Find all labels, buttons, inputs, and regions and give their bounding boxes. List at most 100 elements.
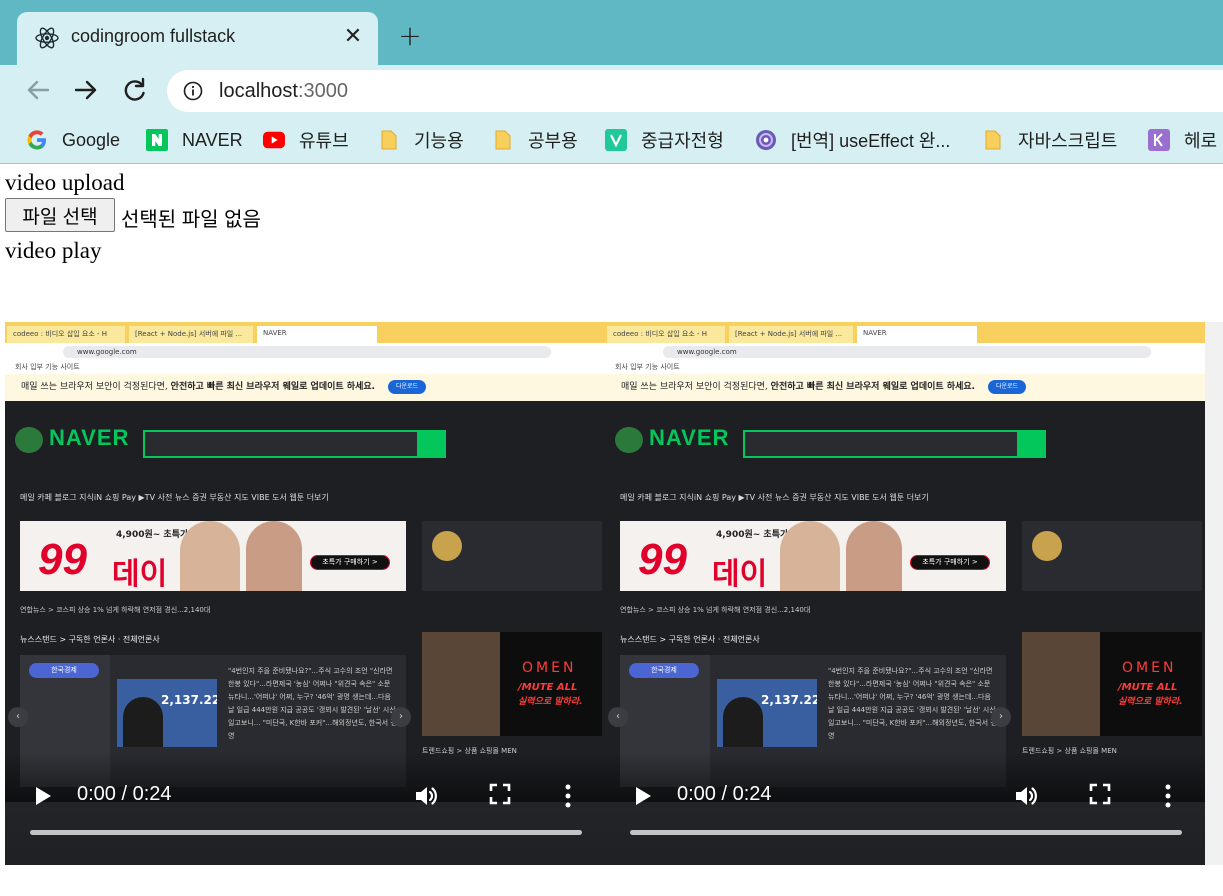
login-panel — [1022, 521, 1202, 591]
game-ad-brand: OMEN — [522, 660, 577, 676]
bookmark-label: 자바스크립트 — [1018, 131, 1118, 151]
frame-tabstrip: codeeo : 비디오 삽입 요소 - H [React + Node.js]… — [605, 322, 1205, 343]
bookmark-folder[interactable]: 자바스크립트 — [982, 125, 1117, 155]
ad-day: 데이 — [712, 558, 768, 591]
forward-arrow-icon[interactable] — [70, 74, 102, 106]
bookmark-folder[interactable]: 공부용 — [492, 125, 578, 155]
banner-text: 매일 쓰는 브라우저 보안이 걱정된다면, — [21, 382, 168, 392]
folder-icon — [492, 129, 514, 151]
ad-model-image — [246, 521, 302, 591]
banner-button: 다운로드 — [987, 379, 1027, 394]
bookmark-folder[interactable]: 기능용 — [378, 125, 464, 155]
ad-99: 99 — [638, 535, 687, 584]
video-time: 0:00 / 0:24 — [77, 783, 172, 805]
back-arrow-icon[interactable] — [22, 74, 54, 106]
frame-bookmarks: 회사 입부 기능 사이트 — [5, 360, 605, 374]
ad-banner: 99 데이 4,900원~ 초특가 쇼핑 찬스! 초특가 구매하기 > — [20, 521, 406, 591]
naver-logo: NAVER — [49, 425, 130, 450]
play-icon[interactable] — [633, 785, 653, 807]
new-tab-button[interactable]: + — [397, 22, 423, 50]
bookmark-google[interactable]: Google — [26, 125, 120, 155]
news-image: 2,137.22 — [117, 679, 217, 747]
address-bar[interactable]: localhost:3000 — [167, 70, 1223, 112]
bookmark-site[interactable]: 중급자전형 — [605, 125, 724, 155]
frame-banner: 매일 쓰는 브라우저 보안이 걱정된다면, 안전하고 빠른 최신 브라우저 웨일… — [605, 374, 1205, 401]
newsstand-header: 뉴스스탠드 > 구독한 언론사 · 전체언론사 — [620, 635, 760, 644]
volume-icon[interactable] — [1013, 783, 1039, 809]
url-host: localhost — [219, 80, 298, 102]
newsstand-header: 뉴스스탠드 > 구독한 언론사 · 전체언론사 — [20, 635, 160, 644]
page-scrollbar[interactable] — [1205, 322, 1223, 865]
browser-tab[interactable]: codingroom fullstack ✕ — [17, 12, 378, 66]
game-ad-sub: 실력으로 말하라. — [1118, 697, 1183, 707]
more-options-icon[interactable] — [1163, 783, 1173, 809]
frame-bookmarks: 회사 입부 기능 사이트 — [605, 360, 1205, 374]
frame-tab: codeeo : 비디오 삽입 요소 - H — [7, 326, 125, 343]
bookmark-label: 유튜브 — [299, 131, 349, 151]
video-progress-bar[interactable] — [30, 830, 582, 835]
naver-logo-mark — [615, 427, 643, 453]
bookmark-label: Google — [62, 129, 121, 150]
naver-icon — [146, 129, 168, 151]
naver-logo: NAVER — [649, 425, 730, 450]
frame-omnibox: www.google.com — [63, 346, 551, 358]
frame-tab: NAVER — [257, 326, 377, 343]
page-content: video upload 파일 선택 선택된 파일 없음 video play … — [0, 165, 1223, 896]
banner-bold: 안전하고 빠른 최신 브라우저 웨일로 업데이트 하세요. — [770, 382, 976, 392]
news-line: 연합뉴스 > 코스피 상승 1% 넘게 하락해 연저점 경신...2,140대 — [620, 606, 811, 614]
bookmark-label: NAVER — [182, 129, 243, 150]
avatar — [432, 531, 462, 561]
fullscreen-icon[interactable] — [489, 783, 511, 805]
url-port: :3000 — [297, 80, 348, 102]
chevron-right-icon: › — [991, 707, 1011, 727]
volume-icon[interactable] — [413, 783, 439, 809]
news-image: 2,137.22 — [717, 679, 817, 747]
frame-toolbar: www.google.com — [605, 343, 1205, 360]
frame-search — [143, 430, 419, 458]
frame-omnibox: www.google.com — [663, 346, 1151, 358]
close-tab-icon[interactable]: ✕ — [343, 23, 363, 51]
frame-tabstrip: codeeo : 비디오 삽입 요소 - H [React + Node.js]… — [5, 322, 605, 343]
react-icon — [35, 27, 59, 49]
tab-strip: codingroom fullstack ✕ + — [0, 0, 1223, 66]
bookmark-youtube[interactable]: 유튜브 — [263, 125, 349, 155]
game-ad: OMEN /MUTE ALL 실력으로 말하라. — [1022, 632, 1202, 736]
video-controls: 0:00 / 0:24 — [605, 777, 1205, 817]
fullscreen-icon[interactable] — [1089, 783, 1111, 805]
google-icon — [26, 129, 48, 151]
reload-icon[interactable] — [118, 74, 150, 106]
url-text: localhost:3000 — [219, 80, 348, 103]
bookmark-label: 공부용 — [528, 131, 578, 151]
ad-day: 데이 — [112, 558, 168, 591]
file-choose-button[interactable]: 파일 선택 — [5, 198, 115, 232]
bookmark-naver[interactable]: NAVER — [146, 125, 243, 155]
video-progress-bar[interactable] — [630, 830, 1182, 835]
banner-text: 매일 쓰는 브라우저 보안이 걱정된다면, — [621, 382, 768, 392]
press-pill: 한국경제 — [629, 663, 699, 678]
news-headlines: "4번인지 주을 준비됐나요?"...주식 고수의 조언 "신라면 한봉 있다"… — [828, 667, 997, 740]
more-options-icon[interactable] — [563, 783, 573, 809]
info-icon[interactable] — [183, 81, 203, 101]
play-icon[interactable] — [33, 785, 53, 807]
site-icon — [755, 129, 777, 151]
frame-tab: codeeo : 비디오 삽입 요소 - H — [607, 326, 725, 343]
bookmark-site[interactable]: [번역] useEffect 완... — [755, 125, 950, 155]
frame-tab: [React + Node.js] 서버에 파일 ... — [729, 326, 853, 343]
bookmark-label: 헤로 — [1184, 131, 1218, 151]
game-ad: OMEN /MUTE ALL 실력으로 말하라. — [422, 632, 602, 736]
ad-model-image — [180, 521, 240, 591]
bookmark-site[interactable]: 헤로 — [1148, 125, 1217, 155]
news-headlines: "4번인지 주을 준비됐나요?"...주식 고수의 조언 "신라면 한봉 있다"… — [228, 667, 397, 740]
news-person — [723, 697, 763, 747]
video-player[interactable]: codeeo : 비디오 삽입 요소 - H [React + Node.js]… — [5, 322, 605, 865]
file-status-text: 선택된 파일 없음 — [121, 209, 261, 231]
video-player[interactable]: codeeo : 비디오 삽입 요소 - H [React + Node.js]… — [605, 322, 1205, 865]
folder-icon — [378, 129, 400, 151]
upload-heading: video upload — [5, 170, 125, 195]
kospi-value: 2,137.22 — [761, 693, 817, 707]
frame-tab: NAVER — [857, 326, 977, 343]
chevron-right-icon: › — [391, 707, 411, 727]
youtube-icon — [263, 129, 285, 151]
frame-toolbar: www.google.com — [5, 343, 605, 360]
frame-search-button — [419, 430, 446, 458]
